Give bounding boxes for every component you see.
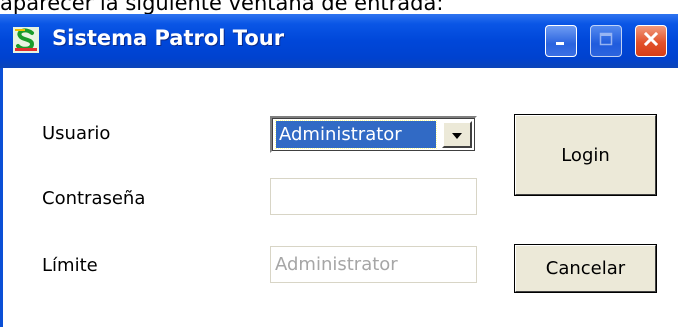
- login-form: Usuario Administrator Contraseña Límite …: [0, 68, 678, 327]
- title-bar[interactable]: Sistema Patrol Tour: [0, 14, 678, 68]
- maximize-icon: [598, 31, 614, 51]
- cancel-button[interactable]: Cancelar: [514, 244, 657, 293]
- login-window: Sistema Patrol Tour Usuario Administrato…: [0, 14, 678, 327]
- user-dropdown-button[interactable]: [442, 121, 472, 148]
- limit-field: Administrator: [270, 246, 477, 283]
- user-label: Usuario: [42, 123, 111, 144]
- chevron-down-icon: [451, 125, 463, 144]
- minimize-icon: [553, 31, 569, 51]
- password-label: Contraseña: [42, 188, 146, 209]
- user-combobox[interactable]: Administrator: [270, 116, 477, 153]
- minimize-button[interactable]: [545, 25, 577, 57]
- password-field[interactable]: [270, 178, 477, 215]
- document-caption: aparecer la siguiente ventana de entrada…: [0, 0, 444, 15]
- close-icon: [642, 30, 660, 52]
- user-selected-value[interactable]: Administrator: [275, 120, 437, 149]
- maximize-button[interactable]: [590, 25, 622, 57]
- patrol-app-icon: [12, 26, 40, 54]
- close-button[interactable]: [635, 25, 667, 57]
- limit-label: Límite: [42, 255, 98, 276]
- login-button[interactable]: Login: [514, 114, 657, 196]
- window-title: Sistema Patrol Tour: [52, 26, 285, 50]
